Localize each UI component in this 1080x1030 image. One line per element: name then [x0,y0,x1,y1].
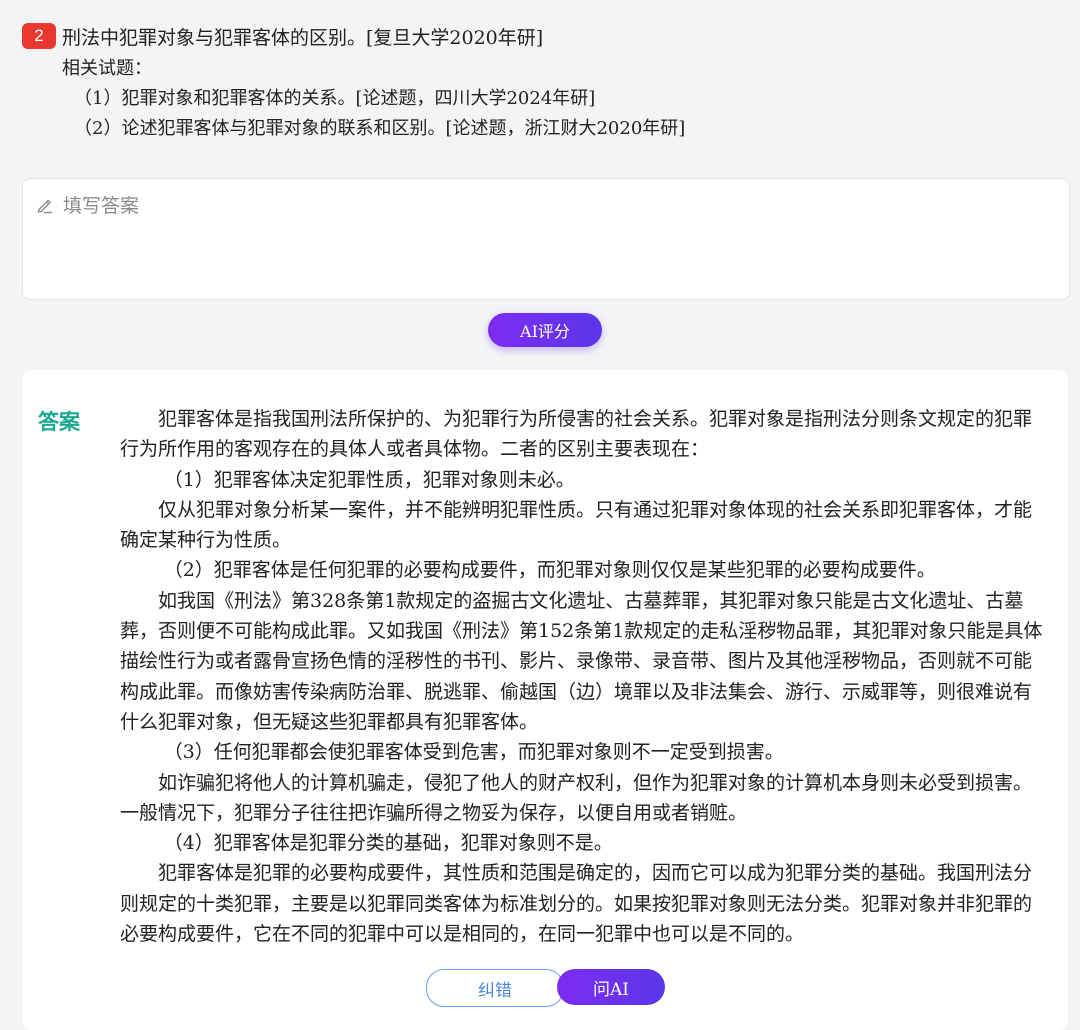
answer-paragraph: 如诈骗犯将他人的计算机骗走，侵犯了他人的财产权利，但作为犯罪对象的计算机本身则未… [120,771,1033,824]
answer-input-placeholder-row: 填写答案 [35,191,139,218]
correct-error-button[interactable]: 纠错 [426,969,564,1007]
related-questions-title: 相关试题： [62,58,152,79]
answer-point-heading: （2）犯罪客体是任何犯罪的必要构成要件，而犯罪对象则仅仅是某些犯罪的必要构成要件… [163,559,936,582]
pencil-icon [37,199,52,213]
answer-text: 犯罪客体是指我国刑法所保护的、为犯罪行为所侵害的社会关系。犯罪对象是指刑法分则条… [120,404,1050,949]
answer-point-heading: （3）任何犯罪都会使犯罪客体受到危害，而犯罪对象则不一定受到损害。 [163,741,784,764]
question-title-line: 2 刑法中犯罪对象与犯罪客体的区别。[复旦大学2020年研] [22,22,1062,50]
related-question-item: （2）论述犯罪客体与犯罪对象的联系和区别。[论述题，浙江财大2020年研] [74,118,686,139]
question-block: 2 刑法中犯罪对象与犯罪客体的区别。[复旦大学2020年研] 相关试题： （1）… [22,22,1062,144]
ask-ai-button[interactable]: 问AI [557,969,665,1005]
question-title: 刑法中犯罪对象与犯罪客体的区别。[复旦大学2020年研] [62,26,544,49]
answer-card: 答案 犯罪客体是指我国刑法所保护的、为犯罪行为所侵害的社会关系。犯罪对象是指刑法… [22,370,1068,1030]
answer-input-placeholder: 填写答案 [63,196,140,217]
answer-point-heading: （4）犯罪客体是犯罪分类的基础，犯罪对象则不是。 [163,832,613,855]
answer-point-heading: （1）犯罪客体决定犯罪性质，犯罪对象则未必。 [163,468,575,491]
answer-paragraph: 如我国《刑法》第328条第1款规定的盗掘古文化遗址、古墓葬罪，其犯罪对象只能是古… [120,589,1043,733]
answer-input-box[interactable]: 填写答案 [22,178,1070,300]
answer-label: 答案 [38,410,80,434]
ai-score-button[interactable]: AI评分 [488,313,602,347]
question-number-badge: 2 [22,23,56,49]
answer-paragraph: 仅从犯罪对象分析某一案件，并不能辨明犯罪性质。只有通过犯罪对象体现的社会关系即犯… [120,498,1033,552]
answer-paragraph: 犯罪客体是指我国刑法所保护的、为犯罪行为所侵害的社会关系。犯罪对象是指刑法分则条… [120,408,1033,461]
answer-paragraph: 犯罪客体是犯罪的必要构成要件，其性质和范围是确定的，因而它可以成为犯罪分类的基础… [120,862,1033,946]
related-question-item: （1）犯罪对象和犯罪客体的关系。[论述题，四川大学2024年研] [74,88,596,109]
